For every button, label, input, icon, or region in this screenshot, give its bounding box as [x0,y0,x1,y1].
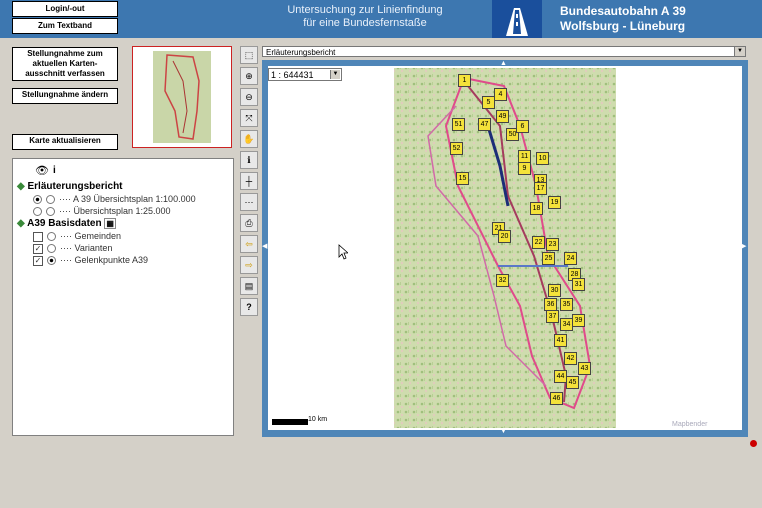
map-point-label[interactable]: 25 [542,252,555,265]
map-point-label[interactable]: 49 [496,110,509,123]
pan-hand-icon[interactable]: ✋ [240,130,258,148]
autobahn-logo-icon [492,0,542,38]
layer-item-varianten[interactable]: ✓ ···· Varianten [33,243,112,254]
map-point-label[interactable]: 4 [494,88,507,101]
map-point-label[interactable]: 10 [536,152,549,165]
zoom-in-icon[interactable]: ⊕ [240,67,258,85]
map-point-label[interactable]: 35 [560,298,573,311]
subtitle-line2: für eine Bundesfernstaße [303,17,427,29]
map-point-label[interactable]: 24 [564,252,577,265]
mapbender-credit: Mapbender [672,421,708,428]
login-button[interactable]: Login/-out [12,1,118,17]
overview-map-image [153,51,211,143]
map-point-label[interactable]: 9 [518,162,531,175]
radio[interactable] [46,195,55,205]
subtitle-line1: Untersuchung zur Linienfindung [287,4,443,16]
radio-selected[interactable] [47,256,56,266]
legend-icon[interactable]: ▦ [104,218,116,229]
checkbox-checked[interactable]: ✓ [33,255,43,266]
feature-info-icon[interactable]: ℹ [240,151,258,169]
map-point-label[interactable]: 45 [566,376,579,389]
layer-item-a39-uebersichtsplan[interactable]: ···· A 39 Übersichtsplan 1:100.000 [33,194,196,205]
map-point-label[interactable]: 6 [516,120,529,133]
layer-item-uebersichtsplan-25000[interactable]: ···· Übersichtsplan 1:25.000 [33,206,171,217]
status-indicator-icon [750,440,757,447]
map-point-label[interactable]: 5 [482,96,495,109]
map-point-label[interactable]: 17 [534,182,547,195]
karte-aktualisieren-button[interactable]: Karte aktualisieren [12,134,118,150]
print-icon[interactable]: ⎙ [240,214,258,232]
checkbox[interactable] [33,231,43,242]
map-point-label[interactable]: 23 [546,238,559,251]
overview-map[interactable] [132,46,232,148]
layer-group-erlaeuterungsbericht[interactable]: ◆ Erläuterungsbericht [17,181,123,192]
layer-item-gemeinden[interactable]: ···· Gemeinden [33,231,121,242]
scalebar-label: 10 km [308,416,328,423]
radio[interactable] [47,244,56,254]
help-icon[interactable]: ? [240,298,258,316]
title-line2: Wolfsburg - Lüneburg [560,19,686,33]
pan-west-icon[interactable]: ◀ [262,242,267,250]
layer-group-icon: ◆ [17,218,25,229]
layer-item-gelenkpunkte[interactable]: ✓ ···· Gelenkpunkte A39 [33,255,148,266]
zoom-out-icon[interactable]: ⊖ [240,88,258,106]
map-point-label[interactable]: 47 [478,118,491,131]
map-point-label[interactable]: 41 [554,334,567,347]
map-toolbar: ⬚ ⊕ ⊖ ⤧ ✋ ℹ ┼ ⋯ ⎙ ⇦ ⇨ ▤ ? [240,46,258,319]
map-point-label[interactable]: 42 [564,352,577,365]
coordinates-icon[interactable]: ┼ [240,172,258,190]
map-point-label[interactable]: 46 [550,392,563,405]
map-point-label[interactable]: 22 [532,236,545,249]
map-point-label[interactable]: 52 [450,142,463,155]
layer-group-a39-basisdaten[interactable]: ◆ A39 Basisdaten ▦ [17,218,116,229]
map-point-label[interactable]: 43 [578,362,591,375]
map-point-label[interactable]: 20 [498,230,511,243]
scale-select[interactable]: 1 : 644431 ▼ [268,68,342,81]
checkbox-checked[interactable]: ✓ [33,243,43,254]
layer-group-icon: ◆ [17,181,25,192]
measure-icon[interactable]: ⋯ [240,193,258,211]
zoom-extent-icon[interactable]: ⤧ [240,109,258,127]
map-point-label[interactable]: 1 [458,74,471,87]
radio[interactable] [46,207,55,217]
radio[interactable] [47,232,56,242]
title-line1: Bundesautobahn A 39 [560,4,686,18]
textband-button[interactable]: Zum Textband [12,18,118,34]
layer-panel: 👁 i ◆ Erläuterungsbericht ···· A 39 Über… [12,158,234,436]
map-point-label[interactable]: 31 [572,278,585,291]
radio-selected[interactable] [33,195,42,205]
map-point-label[interactable]: 32 [496,274,509,287]
back-icon[interactable]: ⇦ [240,235,258,253]
map-point-label[interactable]: 37 [546,310,559,323]
map-point-label[interactable]: 39 [572,314,585,327]
map-point-label[interactable]: 19 [548,196,561,209]
radio[interactable] [33,207,42,217]
stellungnahme-verfassen-button[interactable]: Stellungnahme zum aktuellen Karten- auss… [12,47,118,81]
layers-icon[interactable]: ▤ [240,277,258,295]
forward-icon[interactable]: ⇨ [240,256,258,274]
cursor-icon [338,244,348,260]
scalebar [272,419,308,425]
select-rect-icon[interactable]: ⬚ [240,46,258,64]
stellungnahme-aendern-button[interactable]: Stellungnahme ändern [12,88,118,104]
map-point-label[interactable]: 51 [452,118,465,131]
eye-icon[interactable]: 👁 [35,164,49,177]
map-point-label[interactable]: 18 [530,202,543,215]
map-point-label[interactable]: 15 [456,172,469,185]
info-icon[interactable]: i [53,165,56,176]
map-point-label[interactable]: 30 [548,284,561,297]
chevron-down-icon[interactable]: ▼ [734,47,745,56]
chevron-down-icon[interactable]: ▼ [330,70,340,79]
map-layer-select[interactable]: Erläuterungsbericht ▼ [262,46,746,57]
